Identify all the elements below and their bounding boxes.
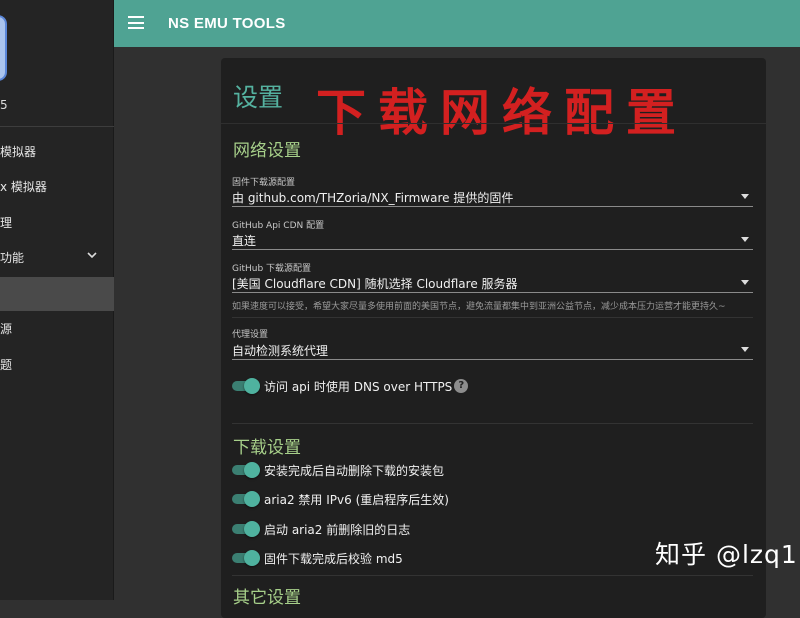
aria2-ipv6-toggle-row[interactable]: aria2 禁用 IPv6 (重启程序后生效)	[232, 489, 449, 509]
aria2-log-toggle-row[interactable]: 启动 aria2 前删除旧的日志	[232, 519, 410, 539]
github-download-source-value: [美国 Cloudflare CDN] 随机选择 Cloudflare 服务器	[232, 277, 518, 291]
auto-delete-label: 安装完成后自动删除下载的安装包	[264, 463, 445, 478]
sidebar-item-settings-active[interactable]	[0, 277, 114, 311]
settings-card: 设置 下载网络配置 网络设置 固件下载源配置 由 github.com/THZo…	[221, 58, 766, 618]
sidebar-item-emulator-2[interactable]: x 模拟器	[0, 169, 114, 203]
watermark: 知乎 @lzq1	[655, 540, 798, 569]
sidebar-item-manage[interactable]: 理	[0, 205, 114, 239]
github-api-cdn-label: GitHub Api CDN 配置	[232, 221, 325, 231]
github-download-source-select[interactable]: [美国 Cloudflare CDN] 随机选择 Cloudflare 服务器	[232, 275, 753, 293]
dropdown-arrow-icon	[741, 347, 749, 352]
app-logo	[0, 15, 7, 81]
dns-over-https-label: 访问 api 时使用 DNS over HTTPS	[264, 379, 453, 394]
app-title: NS EMU TOOLS	[168, 15, 286, 32]
sidebar-item-features[interactable]: 功能	[0, 240, 114, 274]
version-label: 5	[0, 98, 8, 112]
github-api-cdn-select[interactable]: 直连	[232, 232, 753, 250]
aria2-ipv6-label: aria2 禁用 IPv6 (重启程序后生效)	[264, 492, 449, 507]
md5-verify-label: 固件下载完成后校验 md5	[264, 551, 403, 566]
dropdown-arrow-icon	[741, 280, 749, 285]
top-app-bar: NS EMU TOOLS	[114, 0, 800, 47]
sidebar-item-emulator-1[interactable]: 模拟器	[0, 134, 114, 168]
dns-over-https-toggle-row[interactable]: 访问 api 时使用 DNS over HTTPS ?	[232, 376, 469, 396]
hint-divider	[232, 317, 753, 318]
chevron-down-icon	[87, 252, 97, 259]
network-section-title: 网络设置	[233, 141, 301, 161]
cdn-hint-text: 如果速度可以接受，希望大家尽量多使用前面的美国节点，避免流量都集中到亚洲公益节点…	[232, 302, 726, 312]
section-divider	[232, 575, 753, 576]
download-section-title: 下载设置	[233, 438, 301, 458]
overlay-caption: 下载网络配置	[316, 83, 688, 142]
sidebar-item-label: 功能	[0, 250, 25, 265]
md5-verify-toggle-row[interactable]: 固件下载完成后校验 md5	[232, 548, 403, 568]
sidebar: 5 模拟器 x 模拟器 理 功能 源 题	[0, 0, 114, 600]
proxy-value: 自动检测系统代理	[232, 344, 329, 358]
sidebar-item-label: 源	[0, 321, 13, 336]
dropdown-arrow-icon	[741, 194, 749, 199]
sidebar-item-label: x 模拟器	[0, 179, 47, 194]
page-title: 设置	[233, 83, 284, 112]
dropdown-arrow-icon	[741, 237, 749, 242]
auto-delete-switch[interactable]	[232, 462, 260, 478]
aria2-ipv6-switch[interactable]	[232, 491, 260, 507]
proxy-label: 代理设置	[232, 330, 269, 340]
sidebar-item-faq[interactable]: 题	[0, 347, 114, 381]
section-divider	[232, 423, 753, 424]
md5-verify-switch[interactable]	[232, 550, 260, 566]
help-icon[interactable]: ?	[454, 379, 469, 393]
aria2-log-label: 启动 aria2 前删除旧的日志	[264, 522, 411, 537]
sidebar-item-source[interactable]: 源	[0, 311, 114, 345]
firmware-source-label: 固件下载源配置	[232, 178, 296, 188]
github-download-source-label: GitHub 下载源配置	[232, 264, 312, 274]
auto-delete-toggle-row[interactable]: 安装完成后自动删除下载的安装包	[232, 460, 444, 480]
dns-over-https-switch[interactable]	[232, 378, 260, 394]
sidebar-item-label: 题	[0, 357, 13, 372]
hamburger-menu-icon[interactable]	[128, 16, 144, 29]
aria2-log-switch[interactable]	[232, 521, 260, 537]
proxy-select[interactable]: 自动检测系统代理	[232, 342, 753, 360]
sidebar-item-label: 理	[0, 215, 13, 230]
github-api-cdn-value: 直连	[232, 234, 257, 248]
title-divider	[221, 123, 766, 124]
other-section-title: 其它设置	[233, 588, 301, 608]
sidebar-divider	[0, 126, 114, 127]
firmware-source-value: 由 github.com/THZoria/NX_Firmware 提供的固件	[232, 191, 514, 205]
sidebar-item-label: 模拟器	[0, 144, 37, 159]
firmware-source-select[interactable]: 由 github.com/THZoria/NX_Firmware 提供的固件	[232, 189, 753, 207]
